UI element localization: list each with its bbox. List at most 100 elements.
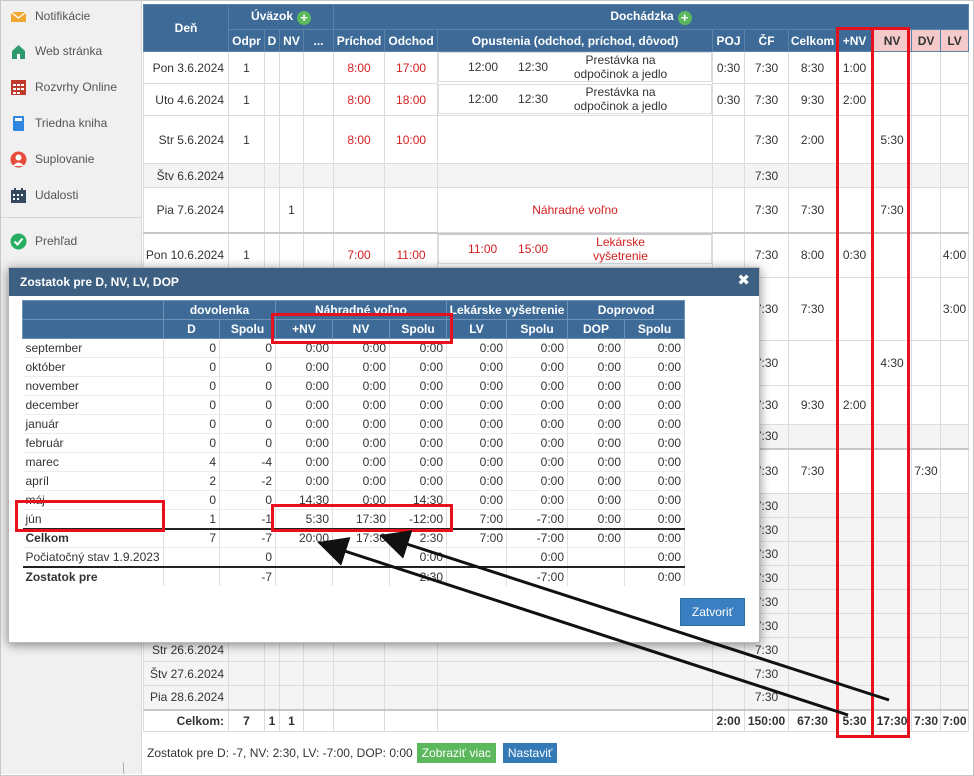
cell-nv [279, 51, 304, 84]
modal-title: Zostatok pre D, NV, LV, DOP [20, 275, 179, 289]
table-row[interactable]: Štv 6.6.2024 7:30 [143, 163, 970, 188]
cell-opustenia: 12:00 12:30 Prestávka na odpočinok a jedlo [438, 83, 713, 114]
bal-cell: 0:00 [624, 414, 686, 434]
cell-nv-balance [872, 424, 913, 449]
cell-lv [940, 424, 970, 449]
totals-row: Celkom: 7 1 1 2:00 150:00 67:30 5:30 17:30 7:30 7:… [143, 708, 970, 732]
show-more-button[interactable]: Zobraziť viac [416, 743, 496, 763]
cell-odchod [384, 661, 439, 686]
cell-dv [911, 231, 942, 278]
cell-odchod [384, 685, 439, 710]
person-icon [10, 151, 27, 168]
cell-plus-nv: 2:00 [836, 385, 874, 425]
bal-row-label: jún [22, 509, 164, 529]
bal-col: Spolu [218, 319, 277, 339]
sidebar-item-udalosti[interactable]: Udalosti [1, 177, 142, 213]
bal-cell: 0:00 [389, 395, 448, 415]
resize-handle-icon[interactable]: ⟋ [116, 759, 134, 776]
settings-button[interactable]: Nastaviť [502, 743, 558, 763]
cell-cf: 7:30 [744, 115, 790, 164]
cell-lv [940, 541, 970, 566]
table-row[interactable]: Uto 4.6.2024 1 8:00 18:00 12:00 12:30 Prestávk… [143, 83, 970, 116]
sidebar-item-rozvrhy[interactable]: Rozvrhy Online [1, 69, 142, 105]
day: Pon 3.6.2024 [143, 51, 229, 84]
close-button[interactable]: Zatvoriť [680, 598, 745, 626]
totals-cell: 5:30 [836, 708, 874, 732]
sidebar-item-label: Triedna kniha [35, 116, 108, 130]
cell-cf: 7:30 [744, 51, 790, 84]
bal-cell: 0:00 [624, 565, 686, 586]
table-row[interactable]: Pia 7.6.2024 1 Náhradné voľno 7:30 7:30 7:30 [143, 187, 970, 233]
cell-d [264, 51, 280, 84]
table-row[interactable]: Pia 28.6.2024 7:30 [143, 685, 970, 710]
balance-summary: Zostatok pre D: -7, NV: 2:30, LV: -7:00,… [147, 746, 413, 760]
col-more[interactable]: ... [302, 29, 335, 52]
bal-cell: 0:00 [567, 471, 626, 491]
bal-cell: 0:00 [332, 433, 391, 453]
cell-dv [911, 83, 942, 116]
bal-cell: 0:00 [275, 395, 334, 415]
bal-month-row: november 0 0 0:00 0:00 0:00 0:00 0:00 0:00 0:00 [22, 376, 686, 396]
cell-poj [712, 685, 746, 710]
col-dochadzka-label: Dochádzka [610, 9, 674, 23]
close-icon[interactable]: ✖ [737, 273, 750, 289]
cell-nv [279, 83, 304, 116]
sidebar-item-triedna-kniha[interactable]: Triedna kniha [1, 105, 142, 141]
bal-cell: 7:00 [446, 527, 508, 548]
bal-row-label: apríl [22, 471, 164, 491]
cell-nv-balance [872, 661, 913, 686]
bal-cell: -12:00 [389, 509, 448, 529]
bal-cell: 0:00 [567, 357, 626, 377]
cell-celkom [788, 661, 838, 686]
cell-plus-nv [836, 685, 874, 710]
bal-cell: 4 [163, 452, 220, 472]
cell-opustenia: Náhradné voľno [437, 187, 714, 233]
leave-reason: Lekárske vyšetrenie [593, 235, 648, 263]
bal-cell: 0:00 [506, 452, 569, 472]
bal-cell: 0:00 [446, 357, 508, 377]
bal-cell: 0:00 [506, 376, 569, 396]
cell-celkom [788, 613, 838, 638]
col-celkom: Celkom [788, 29, 838, 52]
cell-nv-balance: 5:30 [872, 115, 913, 164]
bal-cell: 0:00 [446, 433, 508, 453]
cell-plus-nv [836, 424, 874, 449]
table-row[interactable]: Štv 27.6.2024 7:30 [143, 661, 970, 686]
sidebar-item-notifikacie[interactable]: Notifikácie [1, 0, 142, 34]
cell-opustenia [437, 163, 714, 188]
add-uvazok-icon[interactable]: + [297, 11, 312, 25]
table-row[interactable]: Str 5.6.2024 1 8:00 10:00 7:30 2:00 5:30 [143, 115, 970, 164]
col-lv: LV [940, 29, 970, 52]
bal-row-label: Celkom [22, 527, 164, 548]
bal-cell: 2:30 [389, 565, 448, 586]
add-dochadzka-icon[interactable]: + [677, 11, 692, 25]
bal-cell [163, 547, 220, 567]
sidebar-item-prehlad[interactable]: Prehľad [1, 223, 142, 259]
bal-cell: 0:00 [275, 452, 334, 472]
bal-row-label: október [22, 357, 164, 377]
bal-row-label: máj [22, 490, 164, 510]
leave-back-time: 12:30 [518, 91, 549, 106]
house-icon [10, 43, 27, 60]
bal-cell: 0:00 [624, 527, 686, 548]
bal-cell: 0 [219, 547, 277, 567]
sidebar-item-web-stranka[interactable]: Web stránka [1, 33, 142, 69]
totals-cell: 17:30 [872, 708, 913, 732]
bal-cell: 0:00 [506, 357, 569, 377]
cell-plus-nv [836, 637, 874, 662]
bal-cell: 14:30 [275, 490, 334, 510]
sidebar-item-label: Web stránka [35, 44, 103, 58]
cell-celkom: 9:30 [788, 83, 838, 116]
bal-cell: 0:00 [567, 490, 626, 510]
bal-cell: 0:00 [332, 490, 391, 510]
bal-cell: 0:00 [624, 471, 686, 491]
bal-cell: 0 [219, 395, 277, 415]
sidebar-item-suplovanie[interactable]: Suplovanie [1, 141, 142, 177]
table-row[interactable]: Pon 3.6.2024 1 8:00 17:00 12:00 12:30 Prestávk… [143, 51, 970, 84]
bal-cell: 0 [163, 414, 220, 434]
bal-cell [275, 565, 334, 586]
totals-cell: 1 [264, 708, 280, 732]
totals-cell: 67:30 [788, 708, 838, 732]
leave-out-time: 12:00 [468, 91, 499, 106]
cell-nv [279, 661, 304, 686]
